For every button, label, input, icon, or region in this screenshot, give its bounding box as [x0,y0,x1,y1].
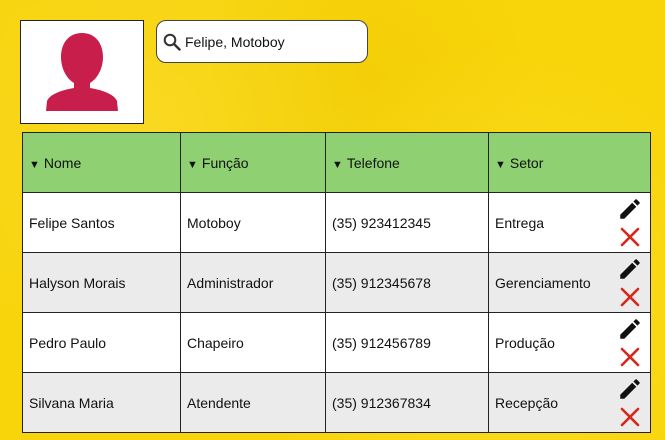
cell-funcao: Chapeiro [180,312,326,373]
row-actions [616,256,644,312]
cell-telefone: (35) 912345678 [325,252,489,313]
column-header-label: Setor [509,154,544,171]
cell-funcao: Motoboy [180,192,326,253]
cell-setor-label: Recepção [495,394,559,411]
cell-setor-label: Produção [495,334,555,351]
cell-nome: Halyson Morais [22,252,181,313]
sort-down-icon[interactable]: ▼ [187,159,198,171]
search-icon[interactable] [163,32,183,52]
cell-setor: Recepção [488,372,651,433]
table-row: Silvana Maria Atendente (35) 912367834 R… [22,372,651,433]
cell-funcao: Atendente [180,372,326,433]
close-icon[interactable] [618,225,642,252]
cell-telefone: (35) 912456789 [325,312,489,373]
cell-nome: Silvana Maria [22,372,181,433]
employees-table: ▼ Nome ▼ Função ▼ Telefone ▼ Setor Felipe Sa… [22,132,651,433]
table-row: Halyson Morais Administrador (35) 912345… [22,252,651,313]
table-row: Pedro Paulo Chapeiro (35) 912456789 Prod… [22,312,651,373]
cell-telefone: (35) 923412345 [325,192,489,253]
profile-avatar [20,20,144,124]
column-header-nome[interactable]: ▼ Nome [22,132,181,193]
table-row: Felipe Santos Motoboy (35) 923412345 Ent… [22,192,651,253]
user-silhouette-icon [46,33,118,111]
sort-down-icon[interactable]: ▼ [495,159,506,171]
cell-setor-label: Gerenciamento [495,274,591,291]
column-header-funcao[interactable]: ▼ Função [180,132,326,193]
column-header-telefone[interactable]: ▼ Telefone [325,132,489,193]
column-header-label: Telefone [346,154,400,171]
column-header-setor[interactable]: ▼ Setor [488,132,651,193]
close-icon[interactable] [618,405,642,432]
table-header-row: ▼ Nome ▼ Função ▼ Telefone ▼ Setor [22,132,651,193]
cell-setor: Gerenciamento [488,252,651,313]
close-icon[interactable] [618,345,642,372]
search-input[interactable] [183,33,365,50]
pencil-icon[interactable] [617,376,643,405]
cell-telefone: (35) 912367834 [325,372,489,433]
cell-setor-label: Entrega [495,214,545,231]
close-icon[interactable] [618,285,642,312]
search-field[interactable] [156,20,368,63]
sort-down-icon[interactable]: ▼ [29,159,40,171]
cell-setor: Produção [488,312,651,373]
cell-nome: Felipe Santos [22,192,181,253]
row-actions [616,196,644,252]
pencil-icon[interactable] [617,316,643,345]
sort-down-icon[interactable]: ▼ [332,159,343,171]
cell-funcao: Administrador [180,252,326,313]
column-header-label: Função [201,154,249,171]
cell-setor: Entrega [488,192,651,253]
column-header-label: Nome [43,154,82,171]
row-actions [616,376,644,432]
pencil-icon[interactable] [617,256,643,285]
pencil-icon[interactable] [617,196,643,225]
row-actions [616,316,644,372]
cell-nome: Pedro Paulo [22,312,181,373]
